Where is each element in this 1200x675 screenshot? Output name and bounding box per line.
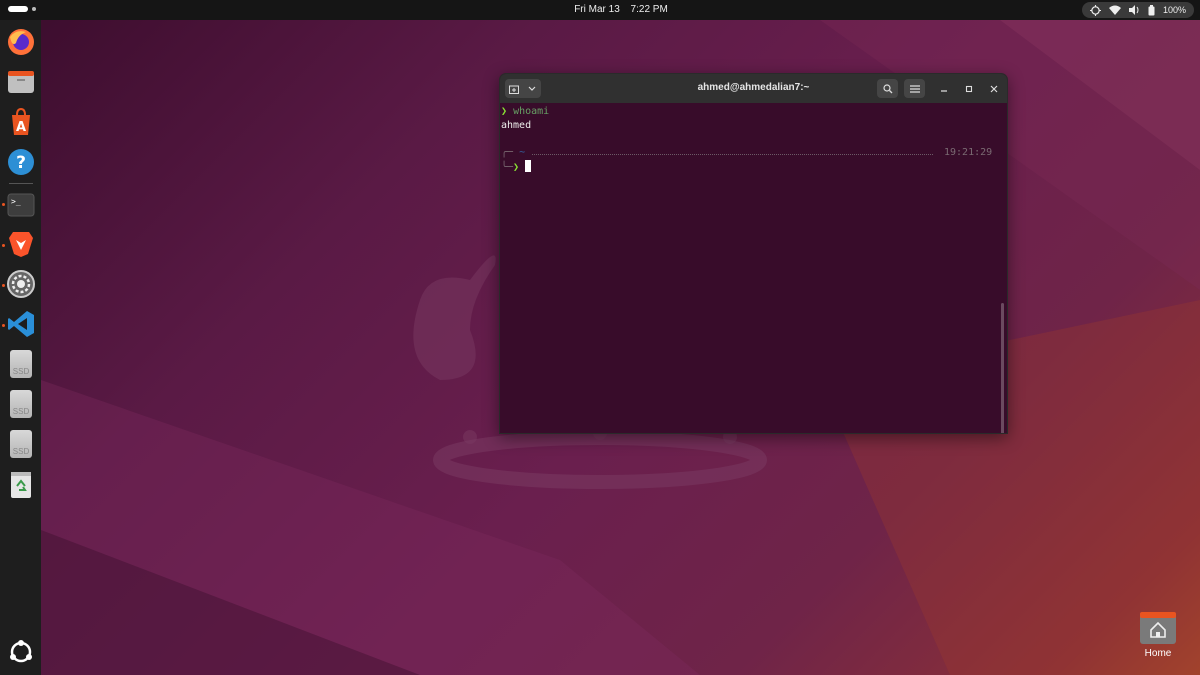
prompt-corner: ╭─: [501, 147, 514, 158]
ssd-drive-icon[interactable]: SSD: [6, 390, 36, 420]
vscode-icon[interactable]: [6, 309, 36, 339]
search-icon: [882, 83, 892, 93]
text-cursor: [525, 160, 532, 172]
prompt-directory: ~: [519, 147, 526, 158]
prompt-line: ❯ whoami: [501, 106, 549, 117]
battery-icon: [1148, 4, 1155, 16]
ssd-drive-icon[interactable]: SSD: [6, 350, 36, 380]
brave-icon[interactable]: [6, 228, 36, 258]
maximize-icon: [965, 85, 973, 93]
minimize-icon: [941, 90, 947, 92]
ssd-label: SSD: [10, 430, 32, 458]
dock-separator: [9, 183, 33, 184]
prompt-header-line: ╭─ ~: [501, 147, 525, 158]
prompt-arrow: ❯: [501, 106, 508, 117]
system-tray[interactable]: 100%: [1081, 2, 1194, 18]
svg-text:?: ?: [16, 153, 26, 173]
window-title: ahmed@ahmedalian7:~: [697, 82, 810, 93]
close-button[interactable]: [987, 82, 1001, 96]
running-indicator: [2, 284, 5, 287]
battery-percentage: 100%: [1162, 5, 1186, 15]
terminal-content[interactable]: ❯ whoami ahmed ╭─ ~ 19:21:29 ╰─❯: [500, 103, 1007, 433]
running-indicator: [2, 244, 5, 247]
search-button[interactable]: [877, 79, 898, 98]
prompt-corner: ╰─: [501, 162, 514, 173]
hamburger-icon: [909, 84, 920, 93]
ssd-drive-icon[interactable]: SSD: [6, 430, 36, 460]
svg-text:>_: >_: [11, 197, 21, 206]
terminal-window[interactable]: ahmed@ahmedalian7:~ ❯ whoami ahmed ╭─ ~ …: [499, 73, 1008, 434]
running-indicator: [2, 203, 5, 206]
firefox-icon[interactable]: [6, 27, 36, 57]
show-apps-icon[interactable]: [6, 637, 36, 667]
ssd-label: SSD: [10, 390, 32, 418]
files-icon[interactable]: [6, 67, 36, 97]
prompt-time: 19:21:29: [944, 147, 993, 158]
minimize-button[interactable]: [937, 82, 951, 96]
wifi-icon: [1108, 5, 1121, 15]
ssd-label: SSD: [10, 350, 32, 378]
command-text: whoami: [513, 106, 550, 117]
dock: A ? >_ SSD SSD SSD: [0, 20, 41, 675]
clock-date: Fri Mar 13: [574, 4, 620, 15]
clock[interactable]: Fri Mar 13 7:22 PM: [0, 4, 1200, 15]
input-line[interactable]: ╰─❯: [501, 160, 532, 173]
volume-icon: [1128, 5, 1140, 15]
clock-time: 7:22 PM: [630, 4, 668, 15]
help-icon[interactable]: ?: [6, 147, 36, 177]
close-icon: [990, 85, 998, 93]
app-center-icon[interactable]: A: [6, 107, 36, 137]
menu-button[interactable]: [904, 79, 925, 98]
accessibility-icon: [1089, 4, 1101, 16]
home-folder-label: Home: [1144, 648, 1172, 659]
terminal-icon[interactable]: >_: [6, 190, 36, 220]
maximize-button[interactable]: [962, 82, 976, 96]
svg-text:A: A: [16, 120, 26, 135]
prompt-filler-dots: [532, 154, 933, 155]
trash-icon[interactable]: [6, 470, 36, 500]
running-indicator: [2, 324, 5, 327]
terminal-titlebar[interactable]: ahmed@ahmedalian7:~: [500, 74, 1007, 103]
top-bar: Fri Mar 13 7:22 PM 100%: [0, 0, 1200, 20]
settings-icon[interactable]: [6, 269, 36, 299]
scrollbar[interactable]: [1001, 303, 1004, 433]
command-output: ahmed: [501, 120, 532, 131]
prompt-arrow: ❯: [513, 162, 520, 173]
home-folder-icon[interactable]: [1139, 609, 1177, 647]
